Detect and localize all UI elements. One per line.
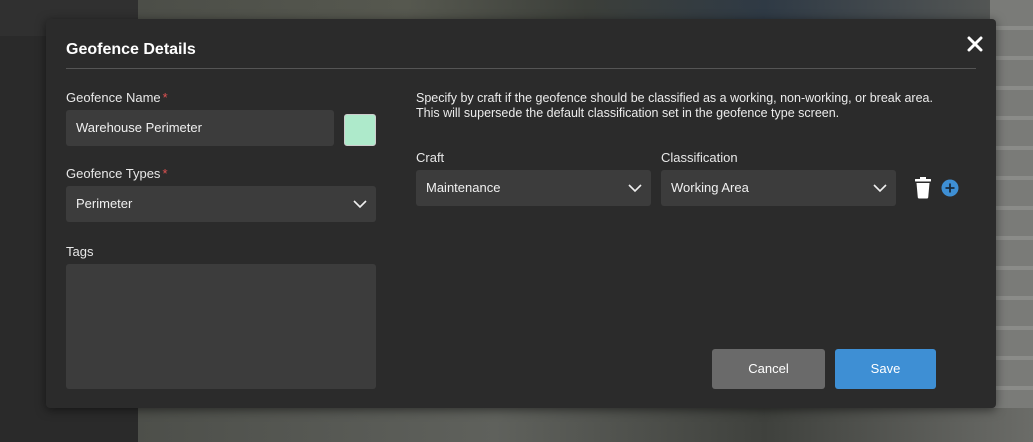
classification-label: Classification [661, 150, 738, 165]
close-button[interactable] [964, 33, 986, 55]
required-marker: * [162, 166, 168, 181]
chevron-down-icon [873, 184, 887, 193]
color-swatch[interactable] [344, 114, 376, 146]
geofence-name-label: Geofence Name * [66, 90, 168, 105]
map-road [990, 0, 1033, 442]
modal-title: Geofence Details [66, 41, 196, 58]
description-line-1: Specify by craft if the geofence should … [416, 91, 933, 105]
geofence-name-input[interactable]: Warehouse Perimeter [66, 110, 334, 146]
geofence-types-label-text: Geofence Types [66, 166, 161, 181]
cancel-button[interactable]: Cancel [712, 349, 825, 389]
description-line-2: This will supersede the default classifi… [416, 106, 840, 120]
required-marker: * [162, 90, 168, 105]
tags-label: Tags [66, 244, 94, 259]
header-divider [66, 68, 976, 69]
delete-row-button[interactable] [914, 177, 932, 199]
geofence-name-value: Warehouse Perimeter [76, 120, 202, 135]
geofence-name-label-text: Geofence Name [66, 90, 161, 105]
add-row-button[interactable] [941, 179, 959, 197]
close-icon [967, 36, 983, 52]
classification-value: Working Area [671, 180, 749, 195]
craft-label: Craft [416, 150, 445, 165]
plus-circle-icon [941, 179, 959, 197]
chevron-down-icon [353, 200, 367, 209]
craft-select[interactable]: Maintenance [416, 170, 651, 206]
geofence-details-modal: Geofence Details Geofence Name * Warehous… [46, 19, 996, 408]
satellite-bottom-strip [138, 408, 1033, 442]
tags-input[interactable] [66, 264, 376, 389]
save-button[interactable]: Save [835, 349, 936, 389]
craft-value: Maintenance [426, 180, 501, 195]
satellite-top-strip [138, 0, 1033, 20]
classification-select[interactable]: Working Area [661, 170, 896, 206]
chevron-down-icon [628, 184, 642, 193]
geofence-types-value: Perimeter [76, 196, 133, 211]
geofence-types-select[interactable]: Perimeter [66, 186, 376, 222]
classification-description: Specify by craft if the geofence should … [416, 91, 976, 121]
trash-icon [915, 177, 931, 199]
geofence-types-label: Geofence Types * [66, 166, 168, 181]
